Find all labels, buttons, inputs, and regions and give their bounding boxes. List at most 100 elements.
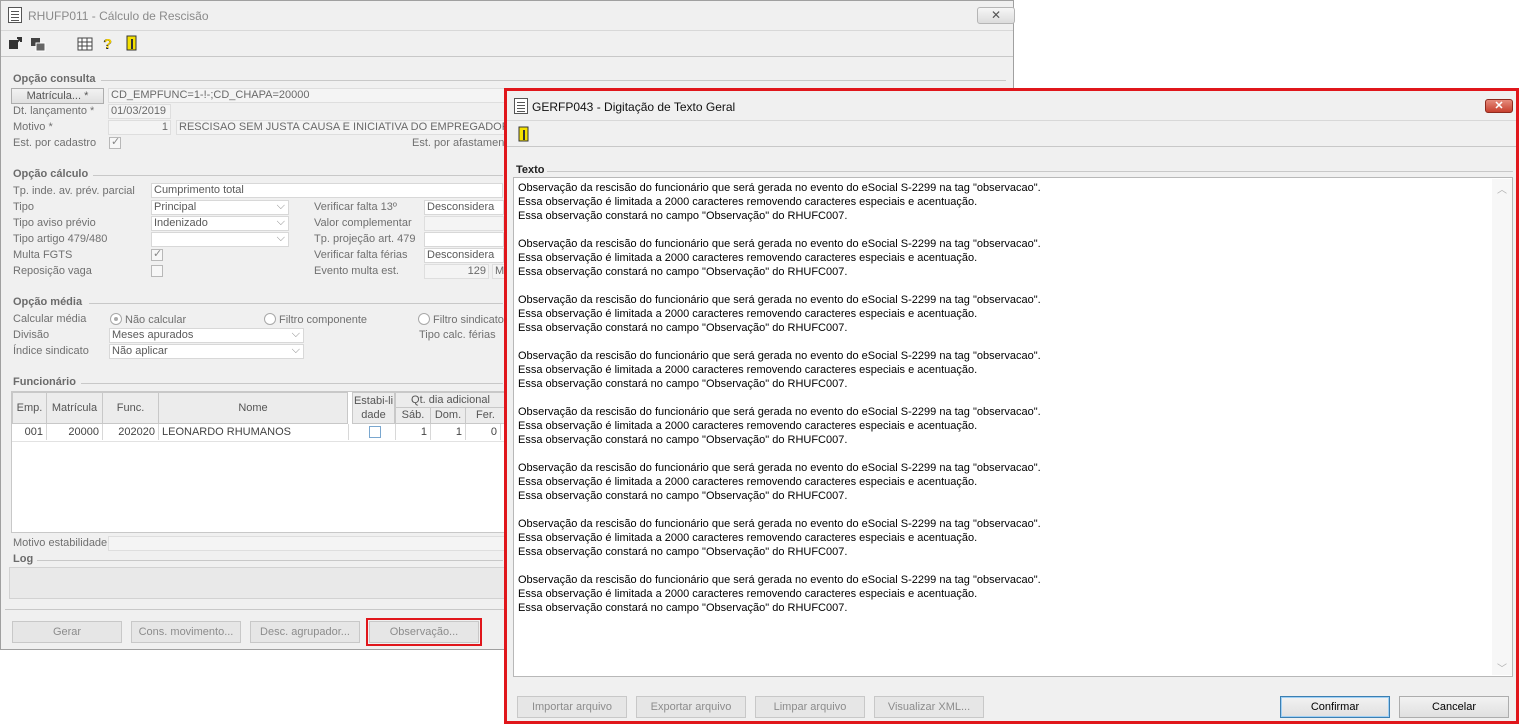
text-line: Observação da rescisão do funcionário qu… (518, 406, 1041, 418)
divider (101, 80, 1006, 81)
grid-icon[interactable] (77, 36, 93, 52)
title-bar: GERFP043 - Digitação de Texto Geral ✕ (507, 91, 1516, 121)
texto-textarea[interactable]: Observação da rescisão do funcionário qu… (513, 177, 1513, 677)
filtro-componente-radio[interactable] (264, 313, 276, 325)
text-line: Essa observação é limitada a 2000 caract… (518, 476, 978, 488)
indice-sindicato-label: Índice sindicato (13, 345, 89, 357)
tipo-calc-ferias-label: Tipo calc. férias (419, 329, 496, 341)
text-line: Observação da rescisão do funcionário qu… (518, 462, 1041, 474)
text-line: Essa observação constará no campo "Obser… (518, 322, 848, 334)
window-title: RHUFP011 - Cálculo de Rescisão (28, 9, 209, 23)
observacao-button[interactable]: Observação... (369, 621, 479, 643)
tipo-aviso-label: Tipo aviso prévio (13, 217, 96, 229)
texto-group-title: Texto (516, 164, 545, 176)
evento-multa-field[interactable]: 129 (424, 264, 489, 279)
text-line: Observação da rescisão do funcionário qu… (518, 182, 1041, 194)
dialog-title: GERFP043 - Digitação de Texto Geral (532, 100, 736, 114)
cell-dom: 1 (431, 424, 466, 440)
nao-calcular-label: Não calcular (125, 314, 187, 326)
column-header[interactable]: Estabi-lidade (352, 392, 395, 424)
column-header[interactable]: Dom. (430, 407, 466, 424)
text-line: Essa observação é limitada a 2000 caract… (518, 252, 978, 264)
gerar-button[interactable]: Gerar (12, 621, 122, 643)
svg-text:?: ? (104, 36, 112, 51)
motivo-code-field[interactable]: 1 (108, 120, 171, 135)
windows-icon[interactable] (30, 36, 46, 52)
help-icon[interactable]: ?? (100, 35, 116, 51)
divisao-select[interactable]: Meses apurados (109, 328, 304, 343)
verificar-13-label: Verificar falta 13º (314, 201, 397, 213)
motivo-estabilidade-field (108, 536, 505, 551)
multa-fgts-checkbox[interactable] (151, 247, 163, 261)
est-cadastro-label: Est. por cadastro (13, 137, 97, 149)
desc-agrupador-button[interactable]: Desc. agrupador... (250, 621, 360, 643)
verificar-ferias-select[interactable]: Desconsidera (424, 248, 504, 263)
column-header[interactable]: Func. (102, 392, 159, 424)
tipo-artigo-select[interactable] (151, 232, 289, 247)
text-line: Essa observação é limitada a 2000 caract… (518, 196, 978, 208)
reposicao-checkbox[interactable] (151, 265, 163, 277)
exportar-arquivo-button[interactable]: Exportar arquivo (636, 696, 746, 718)
visualizar-xml-button[interactable]: Visualizar XML... (874, 696, 984, 718)
dt-lancamento-label: Dt. lançamento * (13, 105, 95, 117)
column-header[interactable]: Nome (158, 392, 348, 424)
indice-sindicato-select[interactable]: Não aplicar (109, 344, 304, 359)
table-row[interactable]: 001 20000 202020 LEONARDO RHUMANOS 1 1 0 (12, 424, 506, 442)
tp-projecao-label: Tp. projeção art. 479 (314, 233, 416, 245)
scroll-up-icon[interactable]: ︿ (1497, 181, 1507, 196)
valor-complementar-label: Valor complementar (314, 217, 412, 229)
text-line: Essa observação constará no campo "Obser… (518, 546, 848, 558)
tipo-aviso-select[interactable]: Indenizado (151, 216, 289, 231)
limpar-arquivo-button[interactable]: Limpar arquivo (755, 696, 865, 718)
divider (81, 383, 503, 384)
cell-func: 202020 (103, 424, 159, 440)
column-header[interactable]: Emp. (12, 392, 47, 424)
text-line: Essa observação é limitada a 2000 caract… (518, 308, 978, 320)
close-button[interactable]: ✕ (977, 7, 1015, 24)
text-content: Observação da rescisão do funcionário qu… (518, 181, 1488, 615)
evento-multa-label: Evento multa est. (314, 265, 399, 277)
matricula-button[interactable]: Matrícula... * (11, 88, 104, 104)
close-button[interactable]: ✕ (1485, 99, 1513, 113)
tp-inde-field[interactable]: Cumprimento total (151, 183, 503, 198)
multa-fgts-label: Multa FGTS (13, 249, 73, 261)
confirmar-button[interactable]: Confirmar (1280, 696, 1390, 718)
filtro-sindicato-radio[interactable] (418, 313, 430, 325)
column-header[interactable]: Fer. (465, 407, 506, 424)
tipo-select[interactable]: Principal (151, 200, 289, 215)
verificar-ferias-label: Verificar falta férias (314, 249, 408, 261)
column-header[interactable]: Qt. dia adicional (395, 392, 506, 408)
estabilidade-checkbox[interactable] (369, 426, 381, 438)
text-line: Observação da rescisão do funcionário qu… (518, 238, 1041, 250)
nao-calcular-radio[interactable] (110, 313, 122, 325)
tp-projecao-select[interactable] (424, 232, 504, 247)
text-line: Observação da rescisão do funcionário qu… (518, 574, 1041, 586)
text-line: Essa observação constará no campo "Obser… (518, 490, 848, 502)
text-line: Essa observação constará no campo "Obser… (518, 210, 848, 222)
cell-sab: 1 (395, 424, 431, 440)
dt-lancamento-field[interactable]: 01/03/2019 (108, 104, 171, 119)
column-header[interactable]: Sáb. (395, 407, 431, 424)
exit-door-icon[interactable] (516, 126, 532, 142)
cancelar-button[interactable]: Cancelar (1399, 696, 1509, 718)
tipo-label: Tipo (13, 201, 34, 213)
divider (89, 303, 503, 304)
arrow-icon[interactable] (8, 36, 24, 52)
verificar-13-select[interactable]: Desconsidera (424, 200, 504, 215)
est-cadastro-checkbox[interactable] (109, 135, 121, 149)
vertical-scrollbar[interactable]: ︿ ﹀ (1492, 179, 1512, 675)
divider (547, 171, 1513, 172)
column-header[interactable]: Matrícula (46, 392, 103, 424)
motivo-desc-field: RESCISAO SEM JUSTA CAUSA E INICIATIVA DO… (176, 120, 506, 135)
importar-arquivo-button[interactable]: Importar arquivo (517, 696, 627, 718)
valor-complementar-field[interactable] (424, 216, 504, 231)
exit-door-icon[interactable] (124, 35, 140, 51)
log-title: Log (13, 553, 34, 565)
scroll-down-icon[interactable]: ﹀ (1497, 660, 1507, 675)
cons-movimento-button[interactable]: Cons. movimento... (131, 621, 241, 643)
